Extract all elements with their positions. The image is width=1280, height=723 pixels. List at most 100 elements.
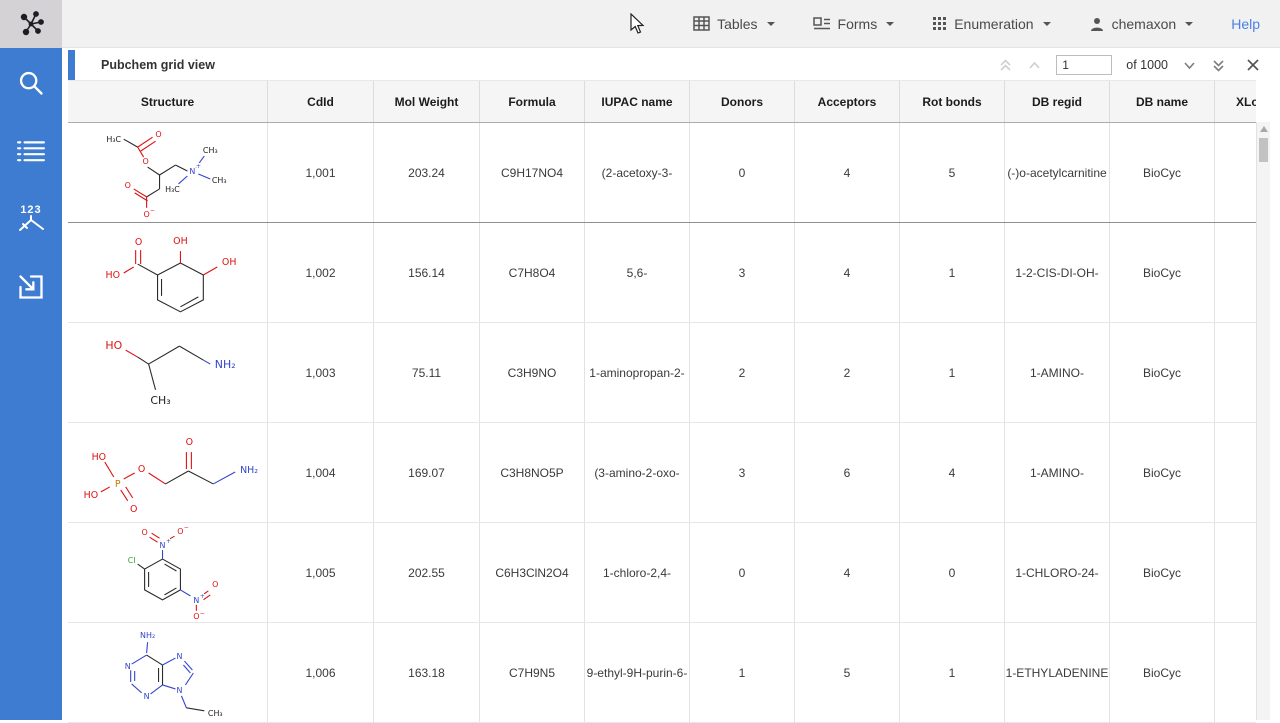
db-name-cell: BioCyc	[1110, 123, 1215, 222]
column-header-iupac[interactable]: IUPAC name	[585, 81, 690, 122]
chemaxon-logo-icon	[16, 9, 46, 39]
table-row[interactable]: NH₂ N N N N CH₃ 1,006 163.18 C7H9N5 9-et…	[68, 623, 1256, 723]
iupac-cell: 1-chloro-2,4-	[585, 523, 690, 622]
cdid-cell: 1,003	[268, 323, 374, 422]
cdid-cell: 1,002	[268, 223, 374, 322]
first-page-button[interactable]	[998, 58, 1013, 73]
menu-tables[interactable]: Tables	[693, 16, 774, 32]
mol-weight-cell: 163.18	[374, 623, 480, 722]
last-page-button[interactable]	[1211, 58, 1226, 73]
donors-cell: 3	[690, 423, 795, 522]
column-header-structure[interactable]: Structure	[68, 81, 268, 122]
chevron-down-icon	[1185, 22, 1193, 26]
formula-cell: C6H3ClN2O4	[480, 523, 585, 622]
svg-text:+: +	[166, 538, 171, 545]
db-name-cell: BioCyc	[1110, 323, 1215, 422]
structure-aminopropanol: HO NH₂ CH₃	[68, 323, 267, 422]
svg-text:N: N	[193, 595, 199, 604]
menu-forms[interactable]: Forms	[813, 16, 895, 32]
svg-text:O: O	[143, 210, 149, 219]
svg-text:N: N	[160, 541, 166, 550]
page-total-label: of 1000	[1126, 58, 1168, 72]
db-name-cell: BioCyc	[1110, 523, 1215, 622]
acceptors-cell: 2	[795, 323, 900, 422]
help-link[interactable]: Help	[1231, 16, 1260, 32]
sidebar-item-export[interactable]	[13, 270, 49, 304]
column-header-formula[interactable]: Formula	[480, 81, 585, 122]
column-header-cdid[interactable]: CdId	[268, 81, 374, 122]
column-header-mol-weight[interactable]: Mol Weight	[374, 81, 480, 122]
menu-forms-label: Forms	[838, 16, 878, 32]
structure-cell: HO NH₂ CH₃	[68, 323, 268, 422]
xlogp-cell	[1215, 623, 1256, 722]
cdid-cell: 1,005	[268, 523, 374, 622]
donors-cell: 1	[690, 623, 795, 722]
xlogp-cell	[1215, 123, 1256, 222]
svg-text:CH₃: CH₃	[203, 146, 218, 155]
cdid-cell: 1,004	[268, 423, 374, 522]
rot-bonds-cell: 5	[900, 123, 1005, 222]
structure-chloro-dinitrobenzene: Cl N+ O O− N+ O O−	[68, 523, 267, 622]
sidebar-item-search[interactable]	[13, 66, 49, 100]
acceptors-cell: 4	[795, 523, 900, 622]
chevron-up-icon	[1027, 58, 1042, 73]
dots-grid-icon	[932, 16, 947, 31]
db-regid-cell: (-)o-acetylcarnitine	[1005, 123, 1110, 222]
svg-text:O: O	[177, 527, 183, 536]
mol-weight-cell: 156.14	[374, 223, 480, 322]
svg-text:OH: OH	[222, 257, 237, 268]
svg-text:N: N	[176, 652, 182, 661]
svg-text:H₃C: H₃C	[106, 135, 121, 144]
next-page-button[interactable]	[1182, 58, 1197, 73]
svg-text:O: O	[125, 181, 131, 190]
svg-text:O: O	[130, 503, 137, 514]
table-header-row: Structure CdId Mol Weight Formula IUPAC …	[68, 81, 1256, 123]
column-header-db-name[interactable]: DB name	[1110, 81, 1215, 122]
xlogp-cell	[1215, 523, 1256, 622]
svg-text:N: N	[176, 685, 182, 694]
donors-cell: 0	[690, 523, 795, 622]
chevron-down-icon	[886, 22, 894, 26]
column-header-acceptors[interactable]: Acceptors	[795, 81, 900, 122]
panel-header: Pubchem grid view of 1000	[68, 50, 1270, 80]
search-icon	[17, 69, 45, 97]
close-panel-button[interactable]	[1246, 58, 1260, 72]
table-row[interactable]: HO HO P O O O NH₂ 1,004 169.07 C3H8NO5P …	[68, 423, 1256, 523]
svg-text:NH₂: NH₂	[215, 358, 236, 371]
vertical-scrollbar[interactable]	[1256, 122, 1270, 720]
svg-text:OH: OH	[173, 236, 188, 247]
menu-user-chemaxon[interactable]: chemaxon	[1089, 16, 1194, 32]
menu-enumeration[interactable]: Enumeration	[932, 16, 1050, 32]
svg-text:HO: HO	[105, 339, 122, 352]
svg-text:P: P	[115, 478, 121, 489]
panel-title: Pubchem grid view	[101, 58, 215, 72]
sidebar-item-enumeration[interactable]: 123	[13, 202, 49, 236]
previous-page-button[interactable]	[1027, 58, 1042, 73]
structure-cell: H₃C O O N+ CH₃ CH₃ H₃C O O−	[68, 123, 268, 222]
column-header-donors[interactable]: Donors	[690, 81, 795, 122]
table-row[interactable]: O OH OH HO 1,002 156.14 C7H8O4 5,6- 3 4 …	[68, 223, 1256, 323]
column-header-xlogp[interactable]: XLogP	[1215, 81, 1256, 122]
table-row[interactable]: Cl N+ O O− N+ O O− 1,005 202.55 C6H3ClN2…	[68, 523, 1256, 623]
sidebar-item-grid-views[interactable]	[13, 134, 49, 168]
svg-text:HO: HO	[106, 269, 121, 280]
app-logo[interactable]	[0, 0, 62, 48]
column-header-db-regid[interactable]: DB regid	[1005, 81, 1110, 122]
db-regid-cell: 1-AMINO-	[1005, 423, 1110, 522]
xlogp-cell	[1215, 223, 1256, 322]
formula-cell: C3H8NO5P	[480, 423, 585, 522]
scroll-up-arrow-icon[interactable]	[1260, 126, 1268, 132]
page-number-input[interactable]	[1056, 55, 1112, 75]
column-header-rot-bonds[interactable]: Rot bonds	[900, 81, 1005, 122]
svg-text:HO: HO	[92, 452, 107, 463]
scrollbar-thumb[interactable]	[1259, 138, 1268, 162]
formula-cell: C7H8O4	[480, 223, 585, 322]
structure-cell: O OH OH HO	[68, 223, 268, 322]
chevron-double-down-icon	[1211, 58, 1226, 73]
rot-bonds-cell: 0	[900, 523, 1005, 622]
panel-accent-bar	[68, 50, 75, 80]
mol-weight-cell: 202.55	[374, 523, 480, 622]
table-row[interactable]: H₃C O O N+ CH₃ CH₃ H₃C O O− 1,001 203.24…	[68, 123, 1256, 223]
table-row[interactable]: HO NH₂ CH₃ 1,003 75.11 C3H9NO 1-aminopro…	[68, 323, 1256, 423]
acceptors-cell: 4	[795, 223, 900, 322]
